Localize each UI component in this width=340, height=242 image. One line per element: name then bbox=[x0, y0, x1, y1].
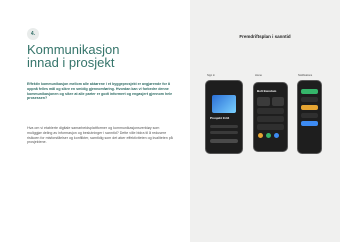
notification-item[interactable] bbox=[301, 89, 318, 94]
phone2-label: Home bbox=[255, 74, 262, 77]
list-item[interactable] bbox=[257, 108, 284, 114]
page-title: Kommunikasjon innad i prosjekt bbox=[27, 43, 177, 70]
project-name: Prosjekt 1144 bbox=[210, 116, 230, 120]
notification-item[interactable] bbox=[301, 121, 318, 126]
input-field[interactable] bbox=[210, 125, 238, 128]
left-panel: 4. Kommunikasjon innad i prosjekt Effekt… bbox=[0, 0, 190, 242]
dashboard-tile[interactable] bbox=[272, 97, 284, 106]
slide-page: 4. Kommunikasjon innad i prosjekt Effekt… bbox=[0, 0, 340, 242]
project-image bbox=[212, 95, 236, 113]
phone1-label: Sign in bbox=[207, 74, 215, 77]
notification-item[interactable] bbox=[301, 97, 318, 102]
status-dot-icon bbox=[274, 133, 279, 138]
phone-mockup-home: Bolt Eiendom bbox=[253, 82, 288, 152]
list-item[interactable] bbox=[257, 124, 284, 130]
body-paragraph: Hva om vi etablerte digitale samarbeidsp… bbox=[27, 126, 173, 145]
signin-button[interactable] bbox=[210, 139, 238, 143]
phone-mockup-notifications bbox=[297, 80, 322, 154]
notification-item[interactable] bbox=[301, 105, 318, 110]
phone3-label: Notifications bbox=[298, 74, 313, 77]
home-heading: Bolt Eiendom bbox=[257, 89, 277, 93]
section-number-badge: 4. bbox=[27, 28, 39, 40]
lead-paragraph: Effektiv kommunikasjon mellom alle aktør… bbox=[27, 82, 173, 101]
phone-mockup-signin: Prosjekt 1144 bbox=[205, 80, 243, 154]
right-panel-title: Fremdriftsplan i sanntid bbox=[239, 34, 291, 39]
status-dot-icon bbox=[266, 133, 271, 138]
dashboard-tile[interactable] bbox=[257, 97, 270, 106]
title-line-2: innad i prosjekt bbox=[27, 54, 115, 70]
list-item[interactable] bbox=[257, 116, 284, 122]
input-field[interactable] bbox=[210, 131, 238, 134]
notification-item[interactable] bbox=[301, 113, 318, 118]
status-dot-icon bbox=[258, 133, 263, 138]
